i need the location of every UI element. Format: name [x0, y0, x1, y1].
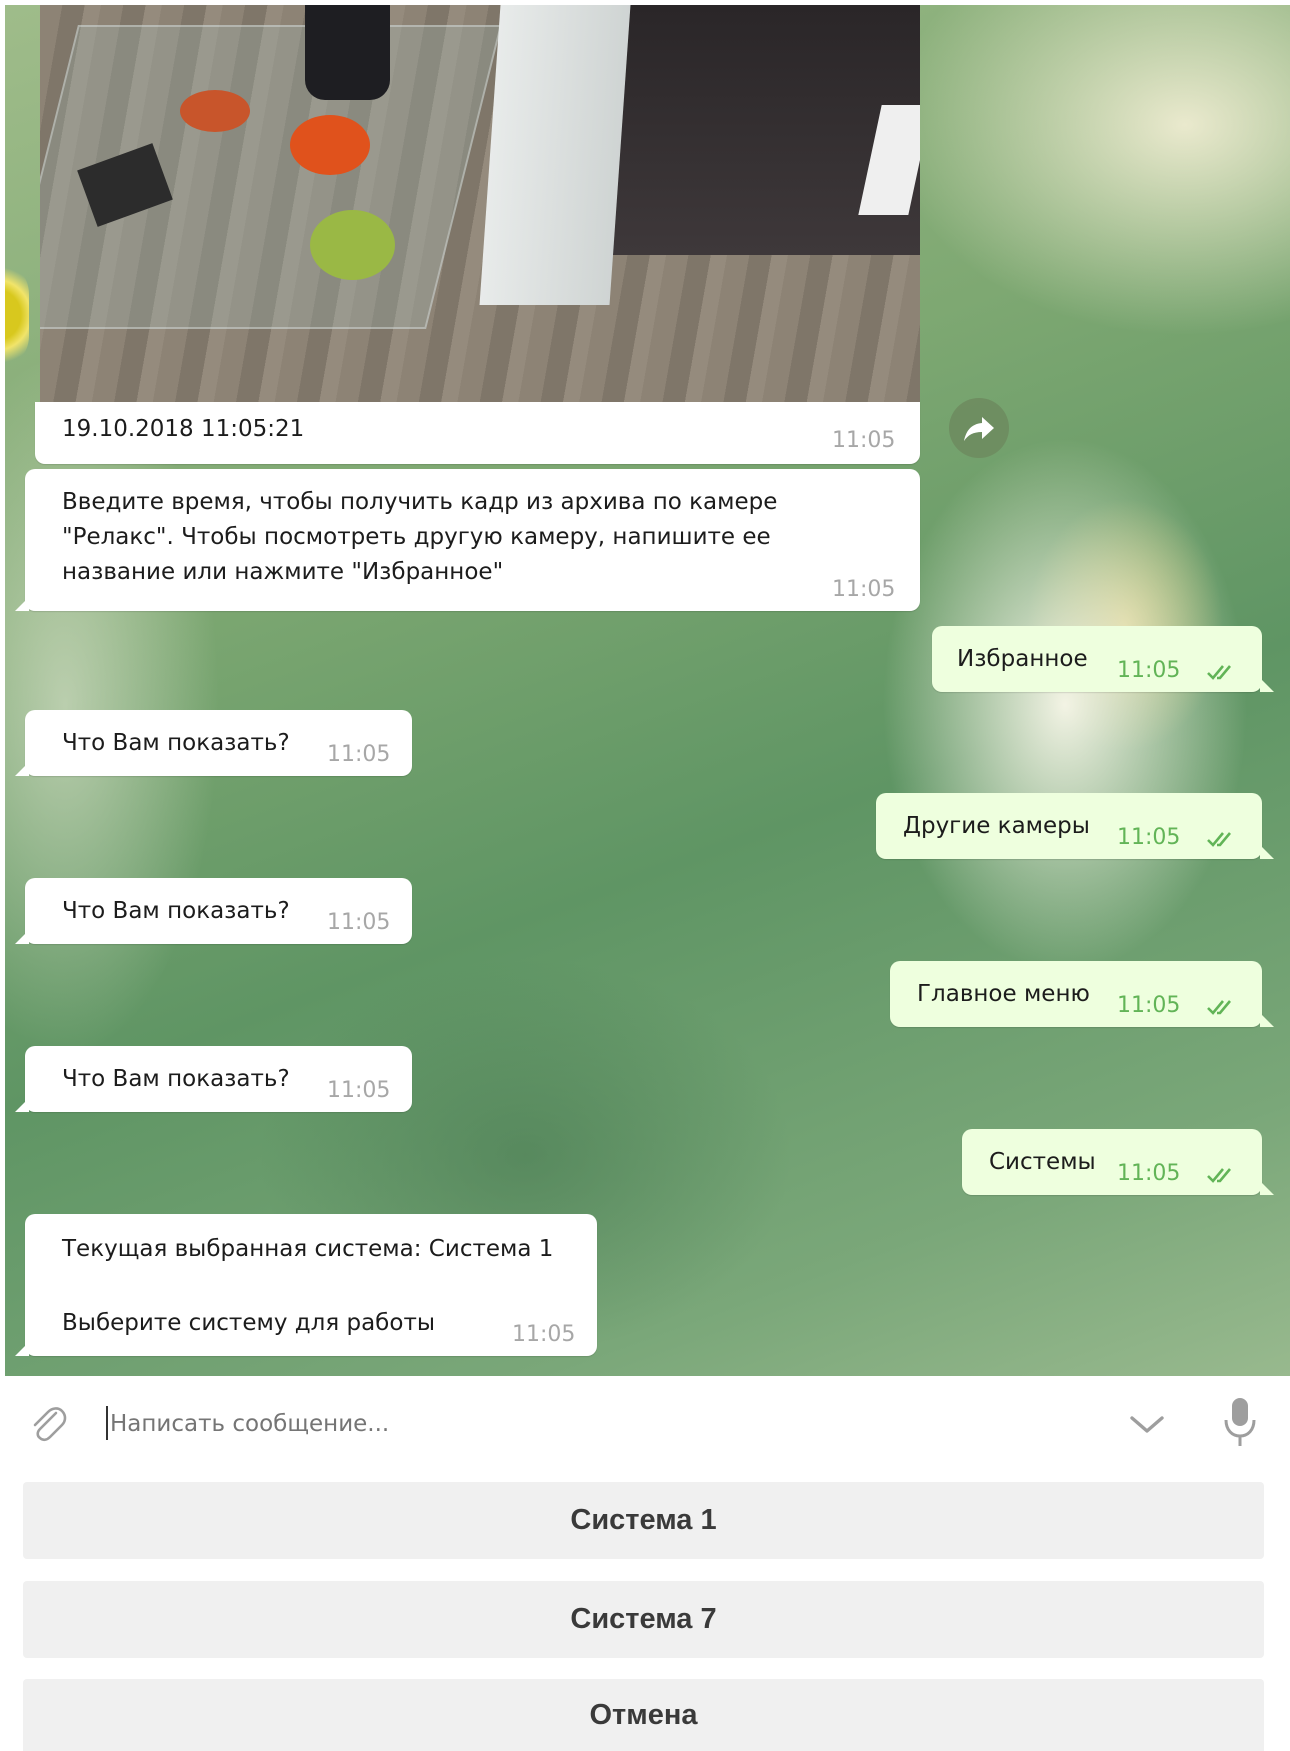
message-time: 11:05: [1117, 993, 1181, 1018]
bot-message-current-system: Текущая выбранная система: Система 1 Выб…: [15, 1214, 597, 1356]
message-time: 11:05: [327, 1078, 391, 1103]
share-icon[interactable]: [949, 398, 1009, 458]
message-text: Другие камеры: [903, 813, 1090, 839]
message-text: Избранное: [957, 646, 1088, 672]
current-system-text: Текущая выбранная система: Система 1: [62, 1236, 554, 1262]
message-time: 11:05: [832, 428, 896, 453]
read-receipt-icon: [1207, 832, 1231, 847]
message-text: Что Вам показать?: [62, 1066, 290, 1092]
read-receipt-icon: [1207, 1000, 1231, 1015]
message-composer: [0, 1376, 1290, 1478]
user-message-favorites: Избранное 11:05: [932, 626, 1274, 692]
message-time: 11:05: [512, 1322, 576, 1347]
prompt-line-2: "Релакс". Чтобы посмотреть другую камеру…: [62, 524, 771, 550]
photo-caption-bubble: 19.10.2018 11:05:21 11:05: [35, 402, 920, 464]
message-text: Что Вам показать?: [62, 730, 290, 756]
keyboard-button-cancel[interactable]: Отмена: [23, 1679, 1264, 1751]
user-message-systems: Системы 11:05: [962, 1129, 1274, 1195]
photo-caption-text: 19.10.2018 11:05:21: [62, 416, 305, 442]
message-time: 11:05: [1117, 1161, 1181, 1186]
keyboard-button-system-7[interactable]: Система 7: [23, 1581, 1264, 1658]
message-text: Что Вам показать?: [62, 898, 290, 924]
prompt-line-1: Введите время, чтобы получить кадр из ар…: [62, 489, 778, 515]
message-input[interactable]: [108, 1398, 912, 1450]
bot-message-what-to-show: Что Вам показать? 11:05: [15, 710, 412, 776]
chat-area[interactable]: 19.10.2018 11:05:21 11:05 Введите время,…: [5, 5, 1290, 1376]
attach-icon[interactable]: [26, 1401, 70, 1445]
wallpaper-flower: [5, 260, 29, 370]
user-message-main-menu: Главное меню 11:05: [890, 961, 1274, 1027]
message-time: 11:05: [327, 742, 391, 767]
prompt-line-3: название или нажмите "Избранное": [62, 559, 504, 585]
choose-system-text: Выберите систему для работы: [62, 1310, 435, 1336]
message-text: Главное меню: [917, 981, 1090, 1007]
message-text: Системы: [989, 1149, 1096, 1175]
keyboard-button-system-1[interactable]: Система 1: [23, 1482, 1264, 1559]
message-time: 11:05: [327, 910, 391, 935]
microphone-icon[interactable]: [1220, 1396, 1260, 1452]
bot-message-what-to-show: Что Вам показать? 11:05: [15, 878, 412, 944]
chevron-down-icon[interactable]: [1126, 1408, 1168, 1440]
message-time: 11:05: [1117, 825, 1181, 850]
message-time: 11:05: [1117, 658, 1181, 683]
user-message-other-cameras: Другие камеры 11:05: [876, 793, 1274, 859]
read-receipt-icon: [1207, 665, 1231, 680]
message-time: 11:05: [832, 577, 896, 602]
bot-message-prompt: Введите время, чтобы получить кадр из ар…: [15, 469, 920, 611]
read-receipt-icon: [1207, 1168, 1231, 1183]
bot-message-what-to-show: Что Вам показать? 11:05: [15, 1046, 412, 1112]
camera-snapshot-image[interactable]: [40, 5, 920, 403]
